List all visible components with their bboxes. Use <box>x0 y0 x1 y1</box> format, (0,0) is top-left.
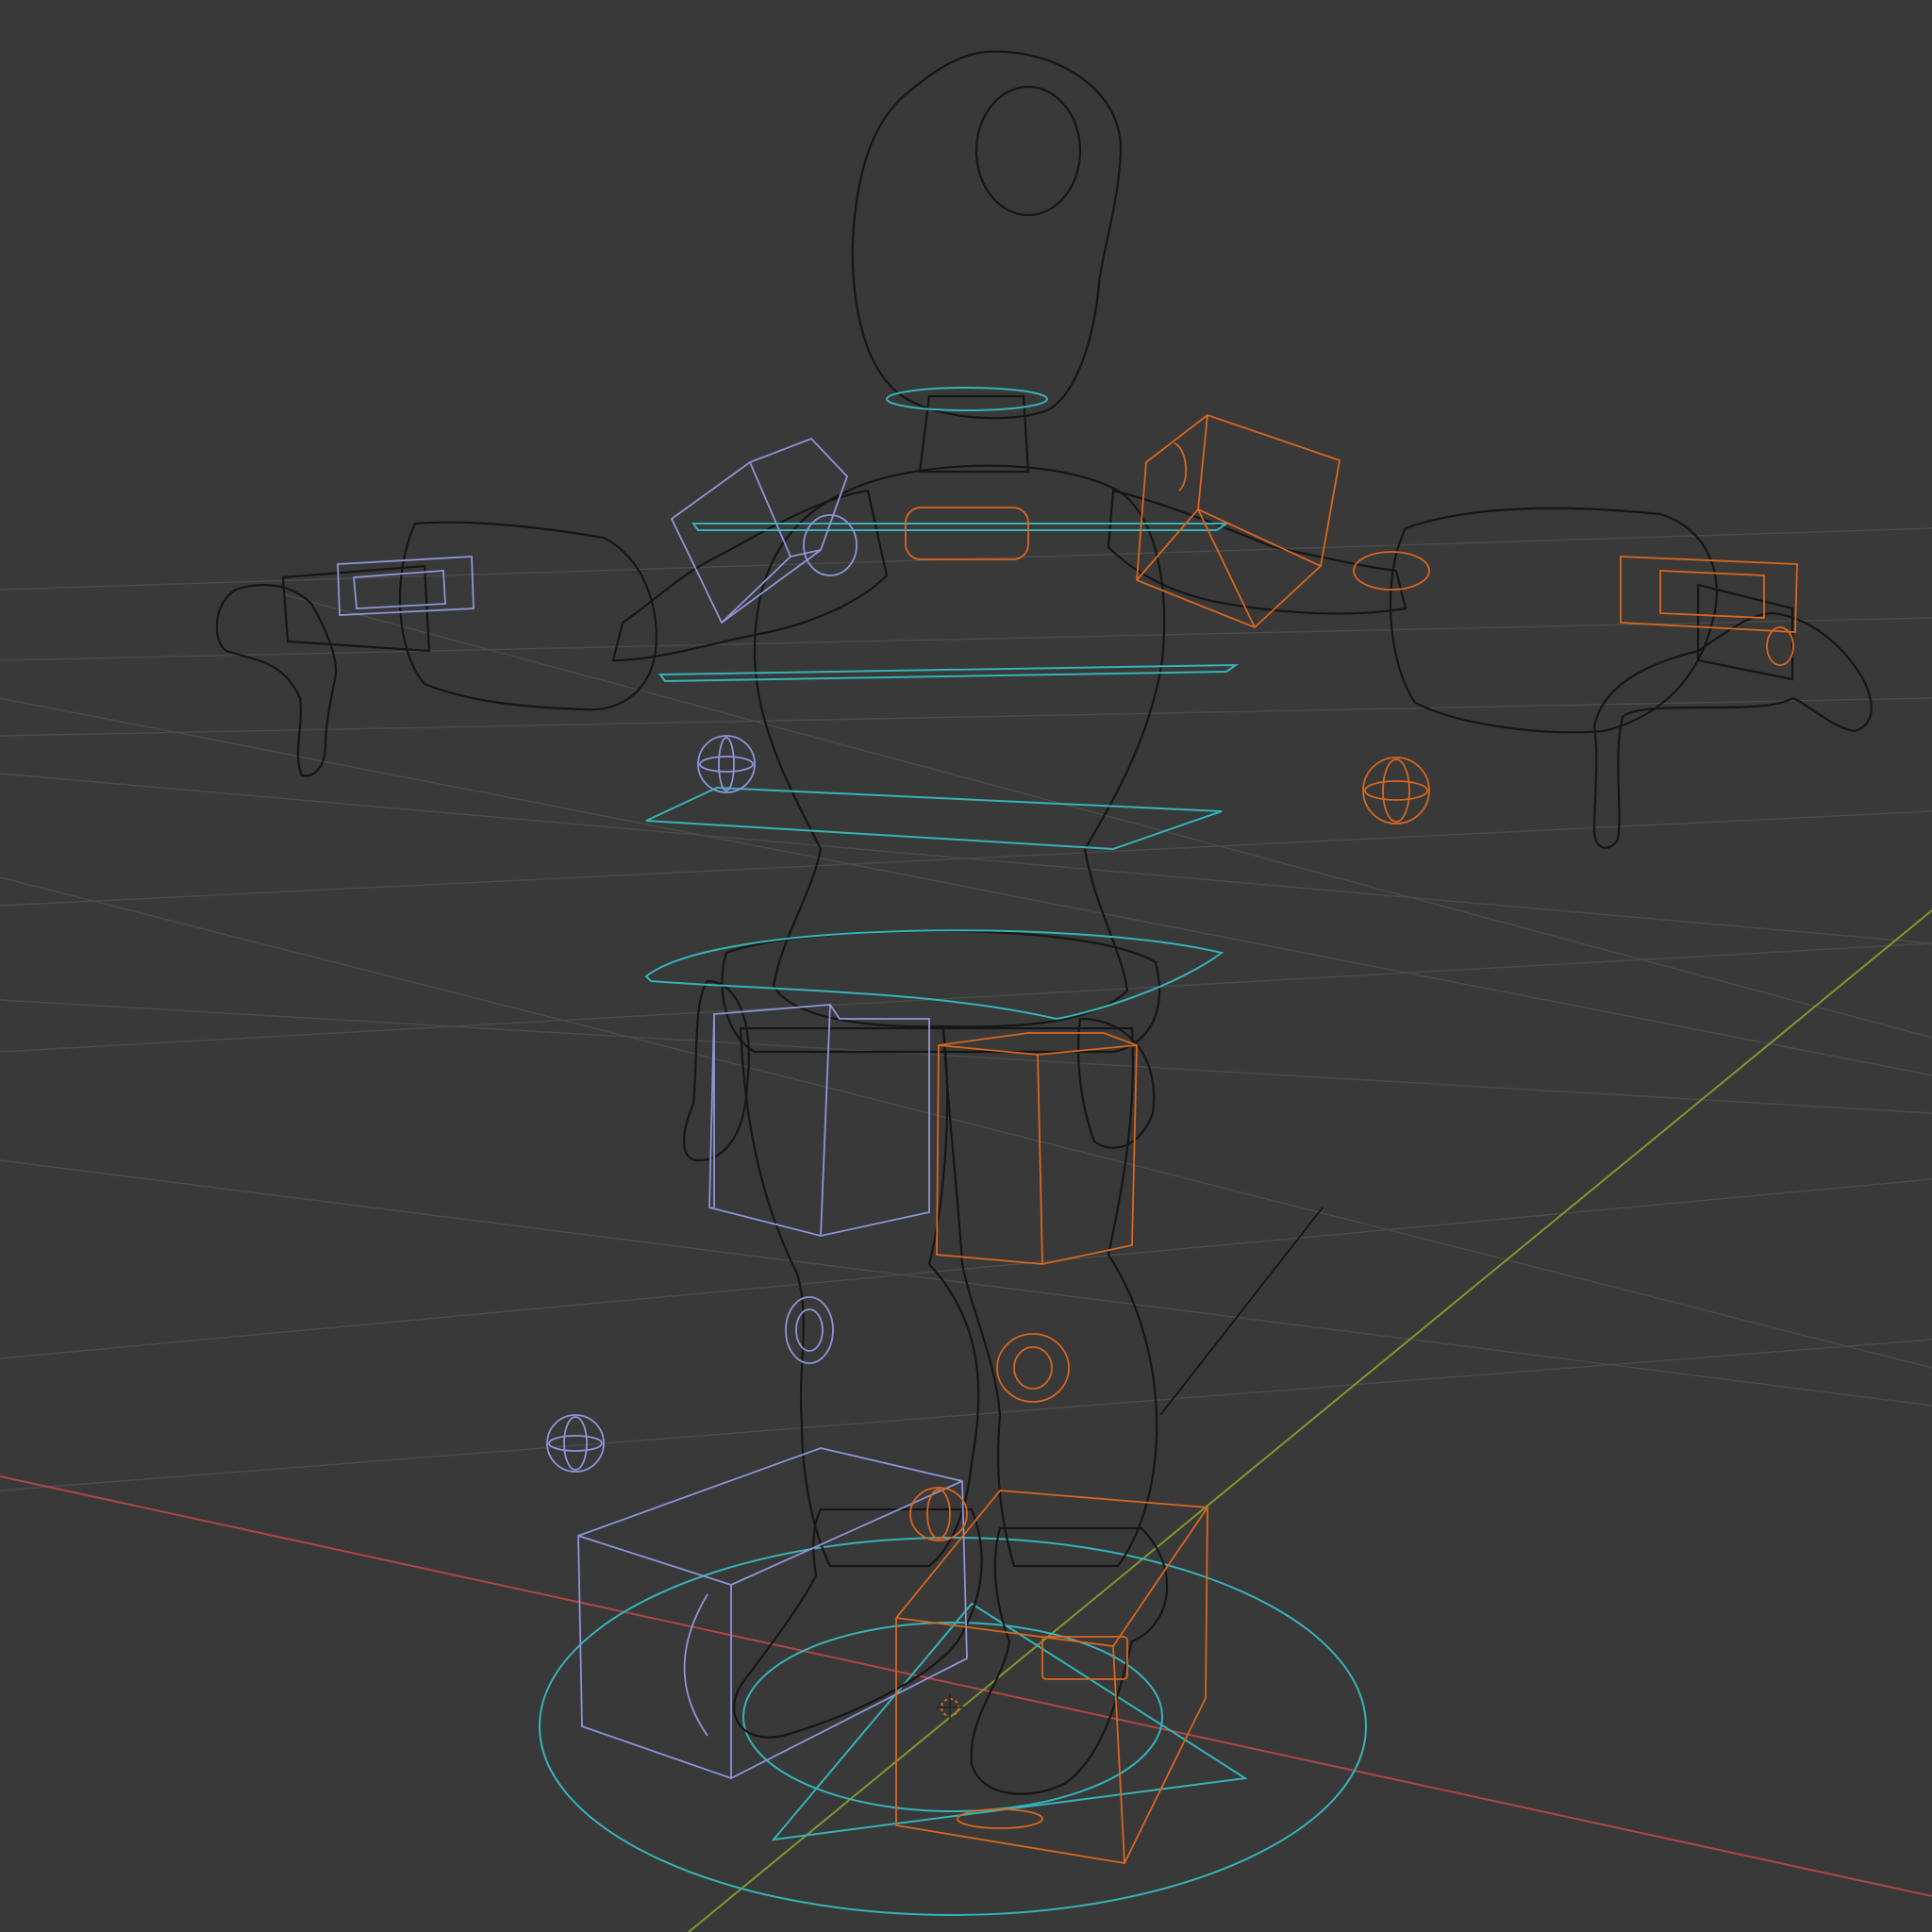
left-hand-mesh <box>215 583 338 777</box>
hips-control[interactable] <box>644 929 1224 1021</box>
right-wrist-control[interactable] <box>1620 556 1798 633</box>
right-sleeve-mesh <box>1389 507 1718 734</box>
right-hand-mesh <box>1592 611 1873 849</box>
viewport-canvas[interactable] <box>0 0 1932 1932</box>
right-leg-mesh <box>941 1026 1158 1568</box>
y-axis-line <box>688 909 1932 1932</box>
left-knee-pole-icon[interactable] <box>785 1296 834 1364</box>
right-boot-mesh <box>970 1526 1169 1795</box>
left-foot-pole-icon[interactable] <box>546 1414 605 1473</box>
3d-cursor-icon[interactable] <box>936 1693 964 1722</box>
right-foot-control[interactable] <box>895 1490 1208 1864</box>
left-leg-mesh <box>739 1026 980 1568</box>
left-upper-arm-mesh <box>611 489 889 662</box>
head-mesh <box>851 50 1123 420</box>
right-thigh-control[interactable] <box>936 1032 1138 1265</box>
right-upper-arm-mesh <box>1107 489 1407 615</box>
torso-mesh <box>753 464 1166 1028</box>
left-pouch-mesh <box>683 979 750 1162</box>
rigged-character-mesh[interactable] <box>215 50 1873 1795</box>
right-shoulder-control[interactable] <box>1136 413 1341 629</box>
spine-controls[interactable] <box>644 387 1240 1021</box>
right-elbow-pole-icon[interactable] <box>1362 757 1430 824</box>
floor-grid <box>0 527 1932 1491</box>
right-knee-pole-icon[interactable] <box>996 1333 1070 1403</box>
spine-upper-control[interactable] <box>658 663 1240 683</box>
right-ankle-pole-icon[interactable] <box>909 1487 968 1541</box>
left-sleeve-mesh <box>398 521 658 711</box>
left-wrist-control[interactable] <box>337 556 475 616</box>
3d-viewport[interactable] <box>0 0 1932 1932</box>
fk-ik-controls-left[interactable] <box>337 437 968 1779</box>
root-circle-control[interactable] <box>539 1537 1367 1916</box>
clavicle-control[interactable] <box>905 507 1029 560</box>
left-elbow-pole-icon[interactable] <box>697 735 756 793</box>
hair-bun-mesh <box>974 85 1082 217</box>
left-foot-control[interactable] <box>577 1447 968 1779</box>
x-axis-line <box>0 1475 1932 1897</box>
spine-lower-control[interactable] <box>645 786 1223 851</box>
